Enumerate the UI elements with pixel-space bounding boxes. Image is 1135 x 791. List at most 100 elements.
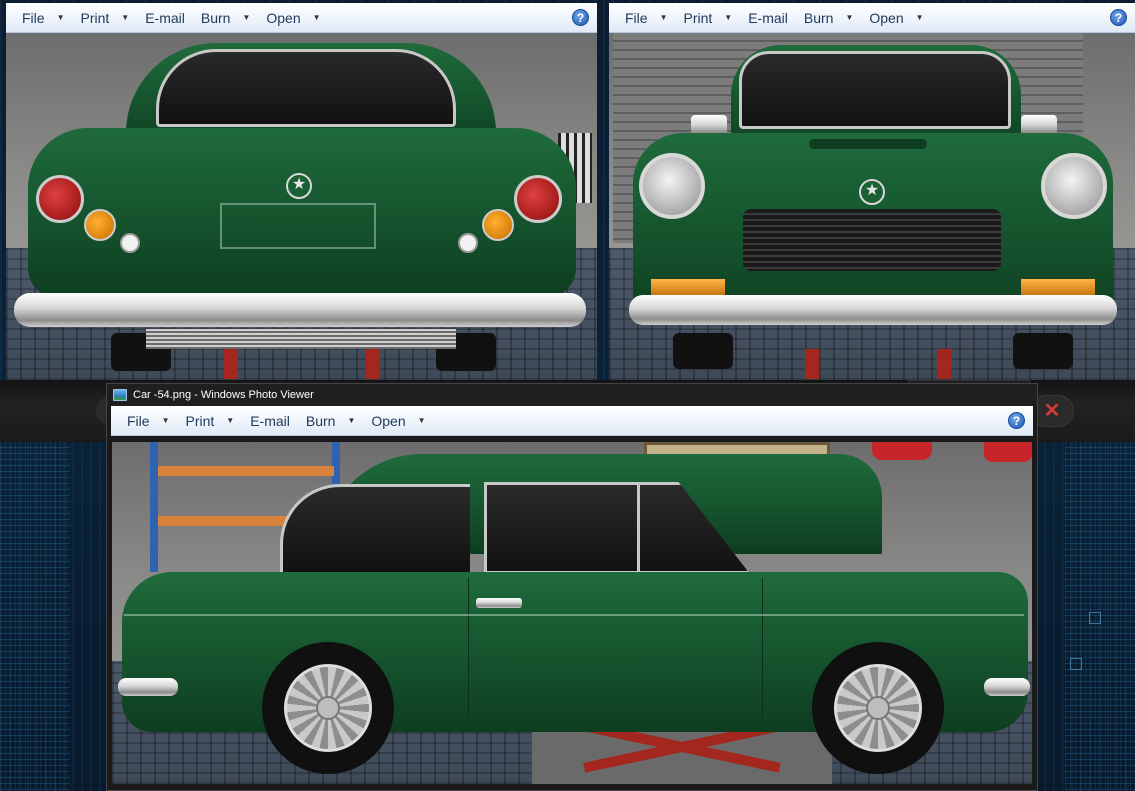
front-bumper	[629, 295, 1117, 325]
car-rear-photo	[6, 33, 597, 380]
front-bumper	[984, 678, 1030, 696]
menu-label: Burn	[803, 9, 834, 26]
menu-burn[interactable]: Burn ▼	[193, 6, 259, 30]
menu-bar: File ▼ Print ▼ E-mail Burn ▼ Open ▼ ?	[6, 3, 597, 33]
help-icon[interactable]: ?	[572, 9, 589, 26]
menu-print[interactable]: Print ▼	[177, 409, 242, 433]
caret-down-icon: ▼	[56, 13, 65, 22]
menu-list: File ▼ Print ▼ E-mail Burn ▼ Open ▼	[14, 6, 329, 30]
menu-print[interactable]: Print ▼	[72, 6, 137, 30]
menu-list: File ▼ Print ▼ E-mail Burn ▼ Open ▼	[617, 6, 932, 30]
rear-valance-grille	[146, 329, 456, 349]
car-emblem	[286, 173, 312, 199]
shelf-board	[158, 466, 334, 476]
help-icon[interactable]: ?	[1008, 412, 1025, 429]
menu-open[interactable]: Open ▼	[861, 6, 931, 30]
menu-label: E-mail	[145, 9, 185, 26]
menu-label: Print	[185, 412, 215, 429]
window-title: Car -54.png - Windows Photo Viewer	[133, 389, 314, 401]
menu-open[interactable]: Open ▼	[363, 409, 433, 433]
hood-scoop	[809, 139, 927, 149]
menu-burn[interactable]: Burn ▼	[796, 6, 862, 30]
tail-light-right	[514, 175, 562, 223]
menu-e-mail[interactable]: E-mail	[740, 6, 796, 30]
rear-hub	[316, 696, 340, 720]
reverse-light-right	[458, 233, 478, 253]
red-car-part	[984, 442, 1032, 462]
menu-label: Print	[80, 9, 110, 26]
menu-file[interactable]: File ▼	[617, 6, 675, 30]
car-front-photo	[609, 33, 1135, 380]
caret-down-icon: ▼	[417, 416, 426, 425]
front-indicator-left	[651, 279, 725, 295]
menu-label: File	[625, 9, 648, 26]
photo-viewer-front: File ▼ Print ▼ E-mail Burn ▼ Open ▼ ?	[609, 3, 1135, 380]
menu-burn[interactable]: Burn ▼	[298, 409, 364, 433]
door-window	[484, 482, 640, 574]
menu-print[interactable]: Print ▼	[675, 6, 740, 30]
door-seam	[762, 578, 763, 718]
menu-e-mail[interactable]: E-mail	[242, 409, 298, 433]
caret-down-icon: ▼	[226, 416, 235, 425]
caret-down-icon: ▼	[347, 416, 356, 425]
photo-viewer-app-icon	[113, 389, 127, 401]
window-titlebar[interactable]: Car -54.png - Windows Photo Viewer	[107, 384, 1037, 406]
decorative-pattern-left	[0, 440, 70, 790]
lift-stand	[366, 349, 380, 379]
menu-label: File	[127, 412, 150, 429]
menu-open[interactable]: Open ▼	[258, 6, 328, 30]
indicator-left	[84, 209, 116, 241]
rear-side-window	[280, 484, 470, 576]
door-handle	[476, 598, 522, 608]
menu-list: File ▼ Print ▼ E-mail Burn ▼ Open ▼	[119, 409, 434, 433]
menu-label: Burn	[200, 9, 231, 26]
reverse-light-left	[120, 233, 140, 253]
body-crease-line	[124, 614, 1024, 616]
menu-label: Open	[371, 412, 406, 429]
caret-down-icon: ▼	[242, 13, 251, 22]
caret-down-icon: ▼	[161, 416, 170, 425]
lift-stand	[937, 349, 951, 379]
menu-file[interactable]: File ▼	[119, 409, 177, 433]
shelf-post	[150, 442, 158, 572]
door-seam	[468, 578, 469, 718]
headlight-left	[639, 153, 705, 219]
tail-light-left	[36, 175, 84, 223]
caret-down-icon: ▼	[845, 13, 854, 22]
headlight-right	[1041, 153, 1107, 219]
menu-bar: File ▼ Print ▼ E-mail Burn ▼ Open ▼ ?	[111, 406, 1033, 436]
red-car-part	[872, 442, 932, 460]
front-grille	[743, 209, 1001, 271]
menu-label: File	[22, 9, 45, 26]
menu-e-mail[interactable]: E-mail	[137, 6, 193, 30]
rear-window	[156, 49, 456, 127]
decorative-square	[1089, 612, 1101, 624]
rear-bumper	[14, 293, 586, 327]
car-side-photo	[112, 442, 1032, 784]
tire	[1013, 333, 1073, 369]
car-emblem	[859, 179, 885, 205]
menu-label: E-mail	[748, 9, 788, 26]
lift-stand	[805, 349, 819, 379]
front-indicator-right	[1021, 279, 1095, 295]
front-hub	[866, 696, 890, 720]
lift-platform	[532, 732, 832, 784]
rear-bumper	[118, 678, 178, 696]
menu-label: Burn	[305, 412, 336, 429]
caret-down-icon: ▼	[121, 13, 130, 22]
caret-down-icon: ▼	[312, 13, 321, 22]
decorative-square	[1070, 658, 1082, 670]
menu-bar: File ▼ Print ▼ E-mail Burn ▼ Open ▼ ?	[609, 3, 1135, 33]
photo-viewer-rear: File ▼ Print ▼ E-mail Burn ▼ Open ▼ ?	[6, 3, 597, 380]
menu-label: Open	[869, 9, 904, 26]
close-x-icon: ✕	[1043, 400, 1061, 422]
license-plate-area	[220, 203, 376, 249]
menu-label: E-mail	[250, 412, 290, 429]
help-icon[interactable]: ?	[1110, 9, 1127, 26]
caret-down-icon: ▼	[915, 13, 924, 22]
caret-down-icon: ▼	[659, 13, 668, 22]
lift-stand	[224, 349, 238, 379]
tire	[673, 333, 733, 369]
menu-file[interactable]: File ▼	[14, 6, 72, 30]
menu-label: Open	[266, 9, 301, 26]
